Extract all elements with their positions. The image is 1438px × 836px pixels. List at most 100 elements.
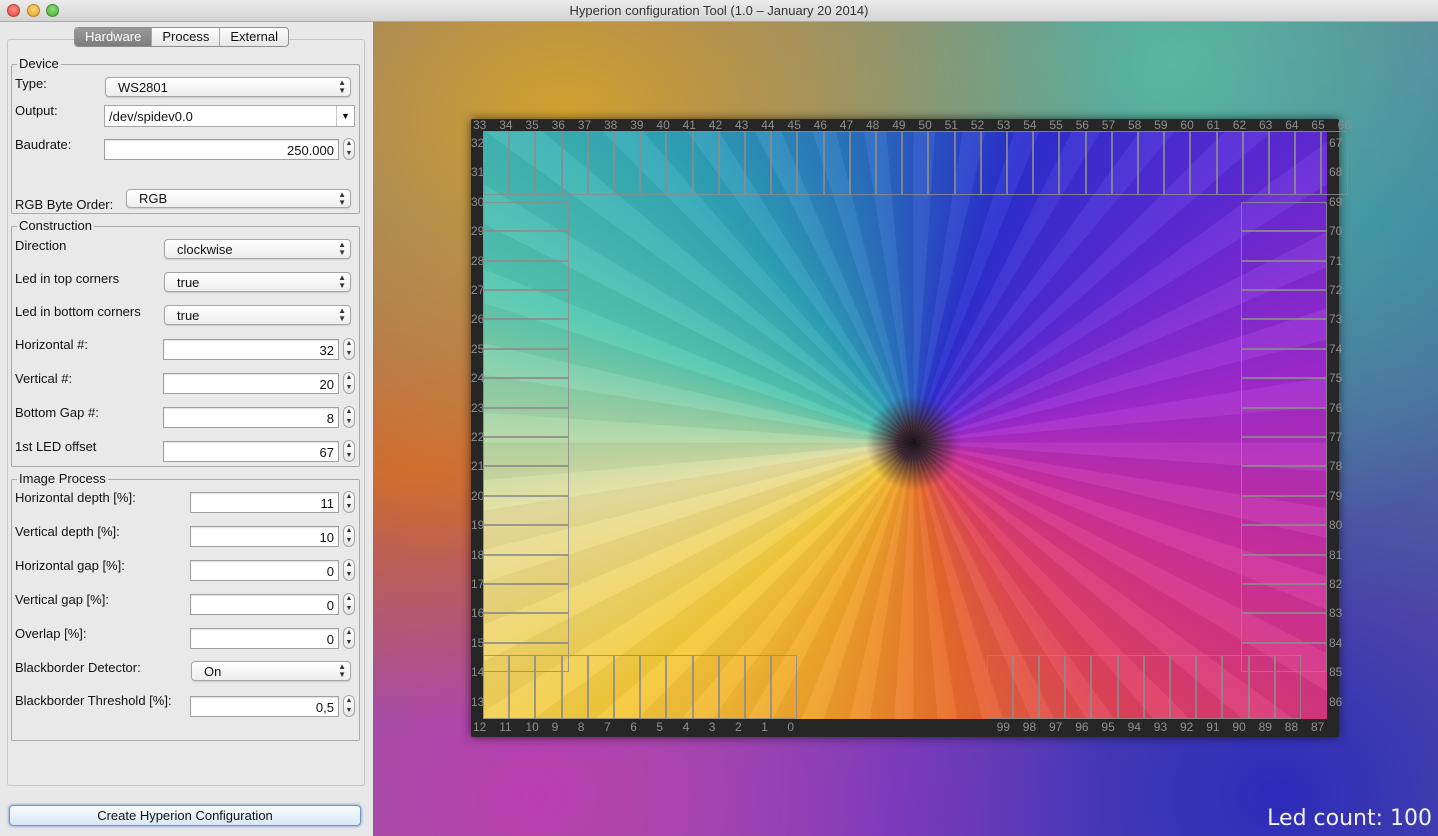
led-region	[718, 655, 745, 719]
led-region	[535, 131, 562, 195]
v-depth-stepper[interactable]: ▲ ▼	[343, 525, 355, 547]
led-index-label: 89	[1258, 720, 1272, 734]
led-index-label: 37	[577, 118, 592, 132]
led-region	[1138, 131, 1165, 195]
bottom-gap-label: Bottom Gap #:	[15, 405, 99, 420]
led-region	[745, 131, 772, 195]
tab-process[interactable]: Process	[152, 28, 221, 46]
output-combobox[interactable]: /dev/spidev0.0 ▼	[104, 105, 355, 127]
led-index-label: 67	[1329, 136, 1343, 150]
led-region	[1059, 131, 1086, 195]
led-index-label: 35	[525, 118, 539, 132]
threshold-field[interactable]: 0,5	[190, 696, 339, 717]
baudrate-stepper[interactable]: ▲ ▼	[343, 138, 355, 160]
led-index-label: 2	[735, 720, 742, 734]
led-offset-field[interactable]: 67	[163, 441, 339, 462]
led-index-label: 78	[1329, 459, 1343, 474]
led-region	[483, 584, 569, 614]
led-region	[640, 131, 667, 195]
led-region	[640, 655, 667, 719]
vertical-count-stepper[interactable]: ▲ ▼	[343, 372, 355, 394]
h-depth-stepper[interactable]: ▲ ▼	[343, 491, 355, 513]
led-region	[1241, 260, 1327, 290]
bottom-corners-select[interactable]: true ▲ ▼	[164, 305, 351, 325]
led-index-label: 59	[1154, 118, 1168, 132]
led-region	[771, 655, 798, 719]
led-region	[535, 655, 562, 719]
led-index-label: 40	[656, 118, 670, 132]
h-gap-stepper[interactable]: ▲ ▼	[343, 559, 355, 581]
led-index-label: 75	[1329, 371, 1343, 386]
tab-external[interactable]: External	[220, 28, 288, 46]
swirl-texture	[483, 131, 1327, 719]
image-process-group-title: Image Process	[17, 471, 108, 486]
vertical-count-field[interactable]: 20	[163, 373, 339, 394]
led-index-label: 86	[1329, 694, 1343, 709]
image-process-group: Image Process Horizontal depth [%]: 11 ▲…	[11, 472, 360, 741]
horizontal-count-field[interactable]: 32	[163, 339, 339, 360]
device-type-value: WS2801	[118, 80, 168, 95]
led-index-label: 38	[604, 118, 618, 132]
led-region	[483, 407, 569, 437]
led-region	[483, 260, 569, 290]
tab-hardware[interactable]: Hardware	[75, 28, 153, 46]
overlap-field[interactable]: 0	[190, 628, 339, 649]
led-region	[692, 131, 719, 195]
v-depth-value: 10	[319, 530, 334, 545]
baudrate-field[interactable]: 250.000	[104, 139, 339, 160]
led-region	[483, 231, 569, 261]
led-index-label: 3	[708, 720, 716, 734]
led-offset-value: 67	[319, 445, 334, 460]
overlap-stepper[interactable]: ▲ ▼	[343, 627, 355, 649]
threshold-stepper[interactable]: ▲ ▼	[343, 695, 355, 717]
v-depth-field[interactable]: 10	[190, 526, 339, 547]
led-index-label: 10	[525, 720, 539, 734]
led-region	[483, 437, 569, 467]
led-index-label: 95	[1101, 720, 1115, 734]
device-type-select[interactable]: WS2801 ▲ ▼	[105, 77, 351, 97]
led-index-label: 57	[1101, 118, 1116, 132]
v-gap-stepper[interactable]: ▲ ▼	[343, 593, 355, 615]
led-index-label: 47	[839, 118, 854, 132]
h-depth-field[interactable]: 11	[190, 492, 339, 513]
bottom-gap-stepper[interactable]: ▲ ▼	[343, 406, 355, 428]
h-gap-field[interactable]: 0	[190, 560, 339, 581]
led-index-label: 41	[682, 118, 696, 132]
led-region	[1241, 554, 1327, 584]
led-index-label: 69	[1329, 194, 1343, 209]
bottom-corners-label: Led in bottom corners	[15, 304, 141, 319]
led-region	[1085, 131, 1112, 195]
create-configuration-button[interactable]: Create Hyperion Configuration	[9, 805, 361, 826]
bottom-gap-field[interactable]: 8	[163, 407, 339, 428]
led-index-label: 55	[1049, 118, 1063, 132]
led-region	[1241, 525, 1327, 555]
direction-select[interactable]: clockwise ▲ ▼	[164, 239, 351, 259]
window-title: Hyperion configuration Tool (1.0 – Janua…	[569, 3, 869, 18]
led-index-label: 7	[604, 720, 611, 734]
led-index-label: 85	[1329, 665, 1343, 680]
led-region	[614, 131, 641, 195]
v-gap-field[interactable]: 0	[190, 594, 339, 615]
select-arrows-icon: ▲ ▼	[338, 240, 346, 257]
tv-screen-image	[483, 131, 1327, 719]
led-index-label: 54	[1023, 118, 1037, 132]
top-corners-select[interactable]: true ▲ ▼	[164, 272, 351, 292]
led-offset-stepper[interactable]: ▲ ▼	[343, 440, 355, 462]
led-region	[771, 131, 798, 195]
led-region	[745, 655, 772, 719]
byte-order-select[interactable]: RGB ▲ ▼	[126, 189, 351, 208]
chevron-down-icon[interactable]: ▼	[336, 106, 354, 126]
led-index-label: 56	[1075, 118, 1089, 132]
led-index-label: 73	[1329, 312, 1343, 327]
led-region	[928, 131, 955, 195]
led-region	[483, 466, 569, 496]
led-index-label: 98	[1022, 720, 1037, 734]
led-index-label: 0	[787, 720, 795, 734]
led-index-label: 48	[866, 118, 880, 132]
led-index-label: 84	[1329, 635, 1343, 650]
led-region	[980, 131, 1007, 195]
blackborder-select[interactable]: On ▲ ▼	[191, 661, 351, 681]
horizontal-count-stepper[interactable]: ▲ ▼	[343, 338, 355, 360]
led-region	[483, 201, 569, 232]
led-index-label: 1	[761, 720, 768, 734]
